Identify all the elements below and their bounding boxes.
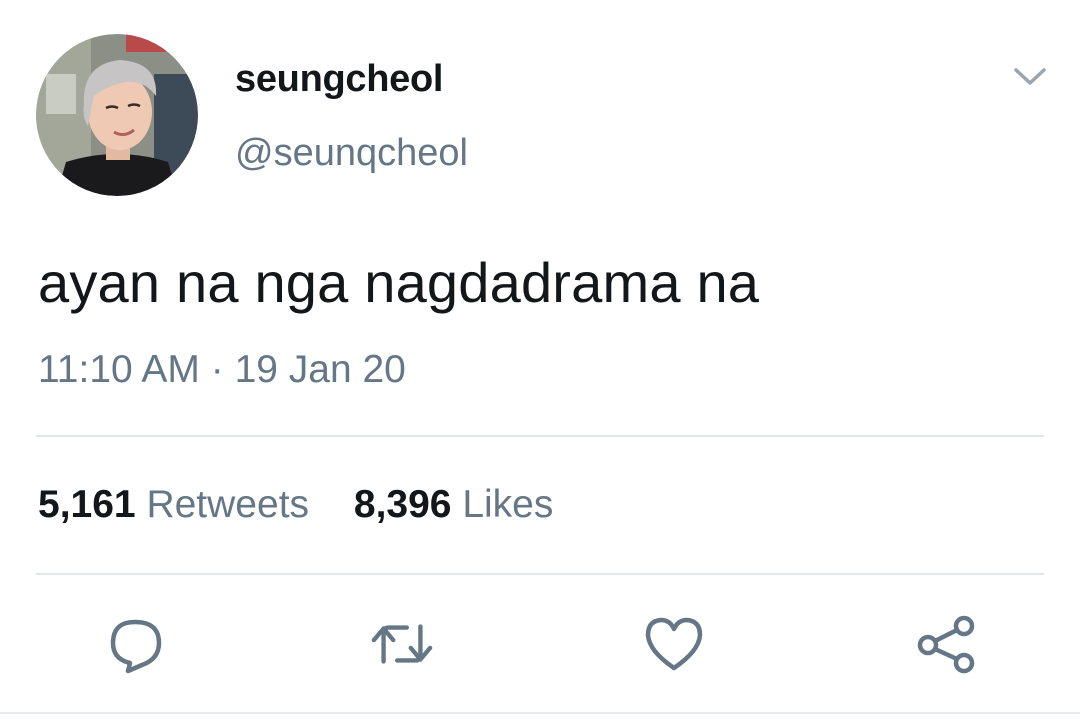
author-handle[interactable]: @seunqcheol (235, 132, 468, 175)
tweet-time: 11:10 AM (38, 348, 200, 391)
tweet-text: ayan na nga nagdadrama na (38, 251, 760, 314)
tweet-timestamp[interactable]: 11:10 AM · 19 Jan 20 (38, 348, 406, 392)
tweet-stats: 5,161 Retweets 8,396 Likes (38, 483, 587, 527)
retweets-label: Retweets (146, 483, 310, 526)
divider (36, 435, 1044, 437)
reply-button[interactable] (104, 612, 168, 676)
divider (36, 573, 1044, 575)
like-button[interactable] (642, 612, 706, 676)
timestamp-separator: · (199, 348, 235, 391)
retweet-icon (371, 624, 433, 664)
chevron-down-icon[interactable] (1012, 64, 1048, 90)
share-button[interactable] (914, 612, 978, 676)
avatar[interactable] (36, 34, 198, 196)
share-icon (917, 615, 975, 674)
likes-stat[interactable]: 8,396 Likes (354, 483, 554, 527)
likes-label: Likes (462, 483, 554, 526)
retweet-button[interactable] (370, 612, 434, 676)
author-display-name[interactable]: seungcheol (235, 58, 443, 101)
retweets-stat[interactable]: 5,161 Retweets (38, 483, 309, 527)
likes-count: 8,396 (353, 483, 452, 526)
reply-icon (110, 619, 162, 674)
tweet-date: 19 Jan 20 (234, 348, 406, 391)
bottom-divider (0, 712, 1080, 714)
retweets-count: 5,161 (38, 483, 136, 526)
heart-icon (645, 617, 703, 671)
